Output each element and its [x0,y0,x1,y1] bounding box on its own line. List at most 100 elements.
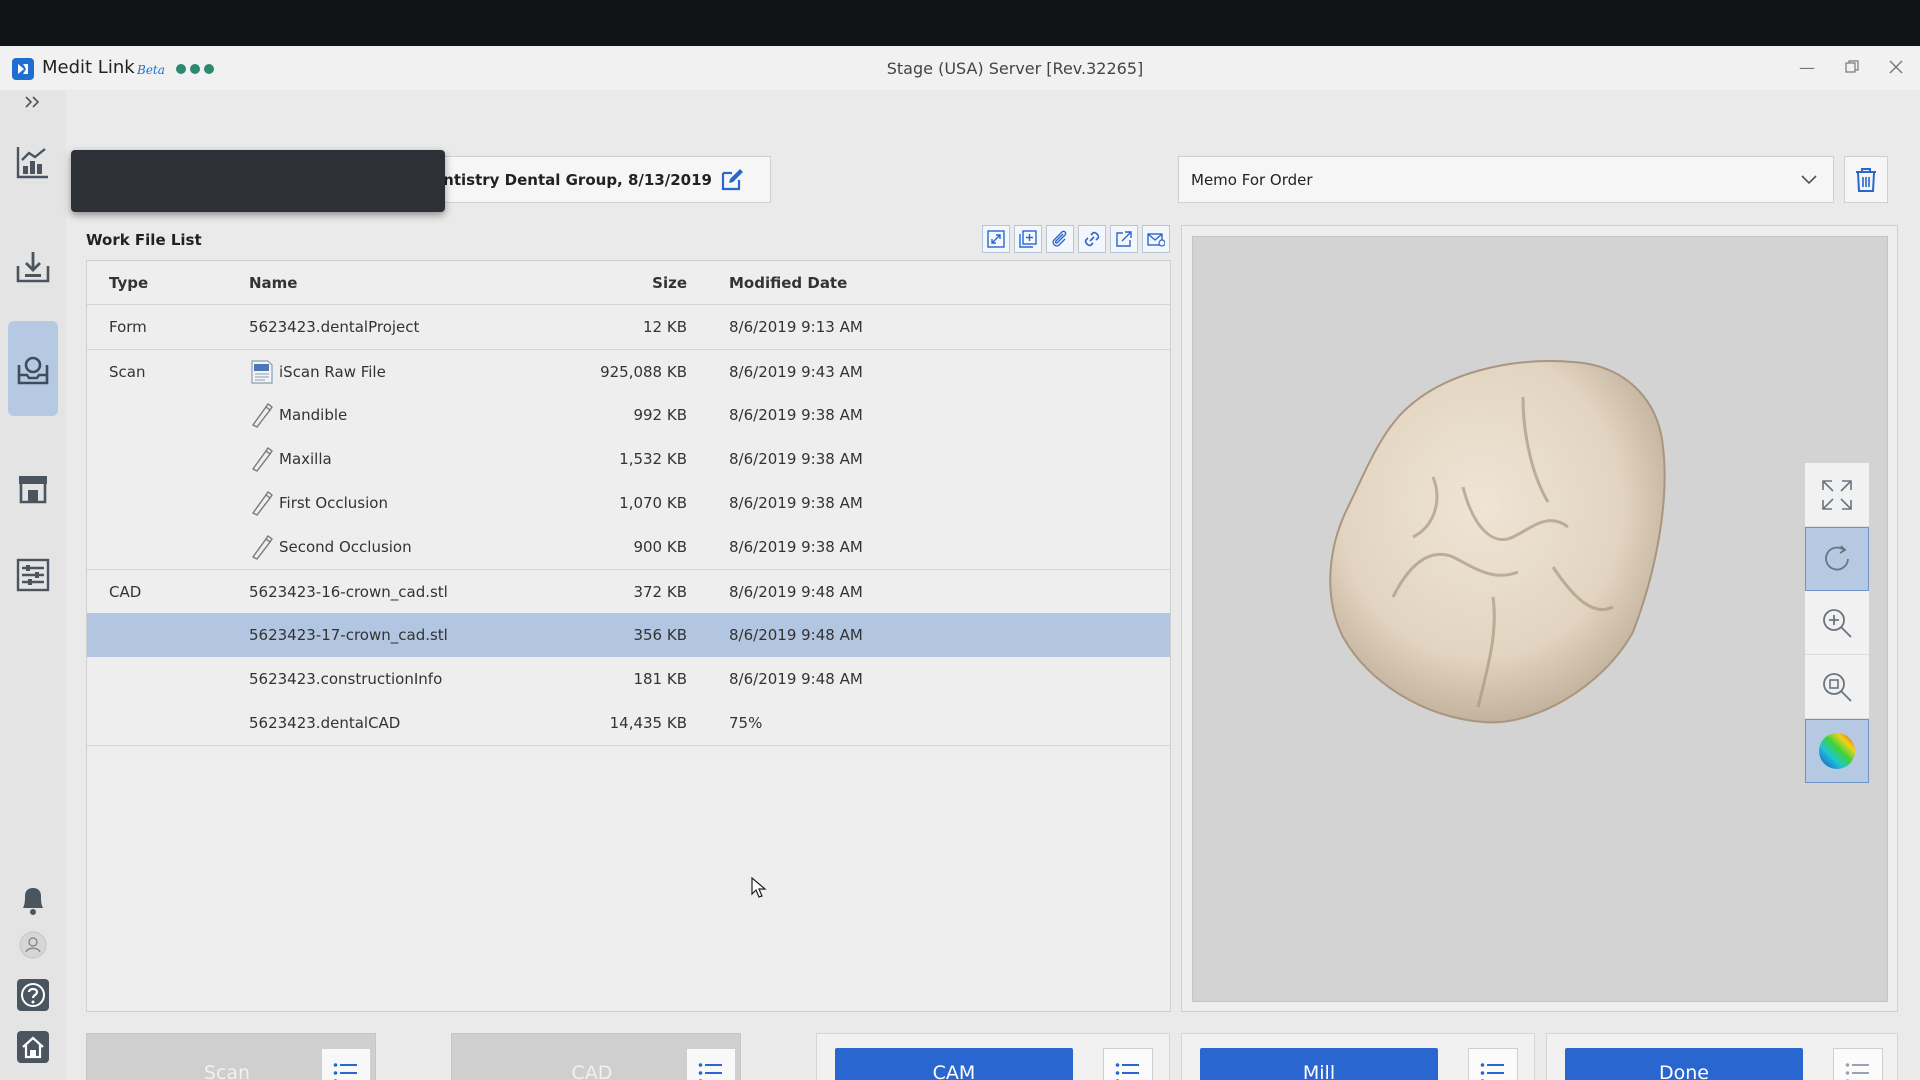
scan-wand-icon [249,402,275,428]
list-icon [333,1063,357,1080]
row-date: 8/6/2019 9:48 AM [729,626,863,644]
color-map-icon[interactable] [1805,719,1869,783]
main-content: entistry Dental Group, 8/13/2019 Memo Fo… [66,90,1920,1080]
row-date: 75% [729,714,763,732]
expand-nav-icon[interactable] [8,84,58,120]
file-list-toolbar [982,225,1170,253]
table-row[interactable]: Scan iScan Raw File 925,088 KB 8/6/2019 … [87,349,1170,393]
column-header-type[interactable]: Type [109,274,148,292]
close-icon[interactable] [1878,52,1914,82]
export-icon[interactable] [1110,225,1138,253]
inbox-download-icon[interactable] [8,236,58,296]
stage-scan: Scan [86,1033,376,1080]
dashboard-icon[interactable] [8,132,58,192]
row-name: 5623423.dentalCAD [249,714,401,732]
restore-icon[interactable] [1834,52,1870,82]
case-box-nav-item[interactable] [8,321,58,416]
row-date: 8/6/2019 9:38 AM [729,406,863,424]
row-name: Maxilla [279,450,332,468]
row-date: 8/6/2019 9:13 AM [729,318,863,336]
mouse-cursor-icon [751,877,767,898]
row-date: 8/6/2019 9:48 AM [729,583,863,601]
tooth-crown-model [1329,360,1666,724]
store-icon[interactable] [8,458,58,518]
scan-wand-icon [249,446,275,472]
minimize-icon[interactable]: — [1789,52,1825,82]
column-header-name[interactable]: Name [249,274,297,292]
left-navigation [0,90,66,1080]
table-row[interactable]: Maxilla 1,532 KB 8/6/2019 9:38 AM [87,437,1170,481]
email-help-icon[interactable] [1142,225,1170,253]
row-type: CAD [109,583,142,601]
row-name: 5623423.constructionInfo [249,670,443,688]
screen-top-bar [0,0,1920,46]
work-file-table: Type Name Size Modified Date Form 562342… [86,260,1171,1012]
table-row-selected[interactable]: 5623423-17-crown_cad.stl 356 KB 8/6/2019… [87,613,1170,657]
row-size: 181 KB [633,670,687,688]
stage-cam: CAM [816,1033,1170,1080]
list-icon [1480,1063,1504,1080]
row-type: Scan [109,363,146,381]
table-row[interactable]: Second Occlusion 900 KB 8/6/2019 9:38 AM [87,525,1170,569]
stage-cad: CAD [451,1033,741,1080]
model-viewer-panel [1181,225,1898,1012]
home-icon[interactable] [8,1024,58,1070]
window-title: Stage (USA) Server [Rev.32265] [886,59,1144,78]
case-box-icon [17,356,49,384]
row-name: iScan Raw File [279,363,386,381]
table-header: Type Name Size Modified Date [87,261,1170,305]
delete-memo-button[interactable] [1844,156,1888,203]
app-window: Medit Link Beta Stage (USA) Server [Rev.… [0,46,1920,1080]
table-row[interactable]: 5623423.dentalCAD 14,435 KB 75% [87,701,1170,745]
mill-list-button[interactable] [1468,1048,1518,1080]
user-avatar-icon[interactable] [8,926,58,964]
row-size: 372 KB [633,583,687,601]
row-name: Mandible [279,406,348,424]
list-icon [698,1063,722,1080]
table-row[interactable]: 5623423.constructionInfo 181 KB 8/6/2019… [87,657,1170,701]
rotate-view-icon[interactable] [1805,527,1869,591]
row-size: 900 KB [633,538,687,556]
zoom-fit-icon[interactable] [1805,655,1869,719]
table-row[interactable]: Mandible 992 KB 8/6/2019 9:38 AM [87,393,1170,437]
row-name: First Occlusion [279,494,388,512]
scan-list-button[interactable] [321,1048,371,1080]
cam-list-button[interactable] [1103,1048,1153,1080]
column-header-date[interactable]: Modified Date [729,274,847,292]
edit-order-icon[interactable] [719,167,747,193]
row-name: 5623423-16-crown_cad.stl [249,583,448,601]
table-row[interactable]: CAD 5623423-16-crown_cad.stl 372 KB 8/6/… [87,569,1170,613]
row-size: 1,532 KB [619,450,687,468]
done-list-button[interactable] [1833,1048,1883,1080]
fit-view-icon[interactable] [1805,463,1869,527]
scan-wand-icon [249,490,275,516]
scan-wand-icon [249,534,275,560]
attach-icon[interactable] [1046,225,1074,253]
table-row[interactable]: First Occlusion 1,070 KB 8/6/2019 9:38 A… [87,481,1170,525]
stage-done: Done [1546,1033,1898,1080]
dark-popup-overlay [71,150,445,212]
done-button[interactable]: Done [1565,1048,1803,1080]
list-icon [1845,1063,1869,1080]
expand-tool-icon[interactable] [982,225,1010,253]
cam-button[interactable]: CAM [835,1048,1073,1080]
model-viewport[interactable] [1192,236,1888,1002]
row-type: Form [109,318,147,336]
memo-dropdown[interactable]: Memo For Order [1178,156,1834,203]
settings-sliders-icon[interactable] [8,545,58,605]
row-name: 5623423-17-crown_cad.stl [249,626,448,644]
cad-list-button[interactable] [686,1048,736,1080]
help-icon[interactable] [8,972,58,1018]
table-row[interactable]: Form 5623423.dentalProject 12 KB 8/6/201… [87,305,1170,349]
row-date: 8/6/2019 9:38 AM [729,538,863,556]
add-file-icon[interactable] [1014,225,1042,253]
chevron-down-icon [1799,169,1819,193]
row-date: 8/6/2019 9:38 AM [729,450,863,468]
table-divider [87,745,1170,746]
memo-dropdown-value: Memo For Order [1191,171,1313,189]
mill-button[interactable]: Mill [1200,1048,1438,1080]
notification-bell-icon[interactable] [8,878,58,922]
column-header-size[interactable]: Size [527,274,687,292]
zoom-in-icon[interactable] [1805,591,1869,655]
link-icon[interactable] [1078,225,1106,253]
